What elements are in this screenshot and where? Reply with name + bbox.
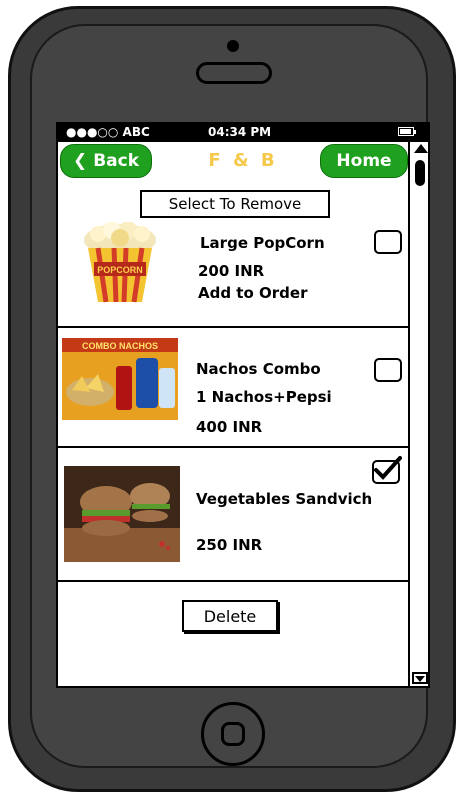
list-item[interactable]: Vegetables Sandvich 250 INR (58, 448, 408, 582)
home-label: Home (336, 151, 392, 171)
checkmark-icon (374, 456, 402, 480)
item-checkbox[interactable] (374, 230, 402, 254)
item-list: Select To Remove POPCORN Large PopCorn 2… (58, 182, 408, 686)
speaker-grille (196, 62, 272, 84)
clock: 04:34 PM (208, 125, 272, 139)
screen: ●●●○○ ABC 04:34 PM ❮ Back F & B Home Sel… (56, 122, 430, 688)
scrollbar[interactable] (408, 142, 428, 686)
svg-text:POPCORN: POPCORN (97, 265, 143, 275)
home-button[interactable]: Home (320, 144, 408, 178)
nachos-combo-image: COMBO NACHOS (62, 338, 178, 420)
camera-icon (227, 40, 239, 52)
home-square-icon (221, 722, 245, 746)
list-item[interactable]: POPCORN Large PopCorn 200 INR Add to Ord… (58, 182, 408, 328)
carrier-label: ●●●○○ ABC (66, 125, 150, 139)
page-title: F & B (208, 150, 278, 171)
back-button[interactable]: ❮ Back (60, 144, 152, 178)
popcorn-image: POPCORN (80, 222, 160, 304)
sandwich-image (64, 466, 180, 562)
nav-bar: ❮ Back F & B Home (58, 142, 428, 182)
scroll-down-icon[interactable] (412, 672, 428, 684)
back-label: Back (93, 151, 140, 171)
battery-tip (414, 130, 416, 134)
delete-button[interactable]: Delete (182, 600, 278, 632)
item-price: 400 INR (196, 418, 263, 436)
add-to-order-link[interactable]: Add to Order (198, 284, 307, 302)
item-name: Nachos Combo (196, 360, 321, 378)
item-checkbox[interactable] (374, 358, 402, 382)
item-price: 200 INR (198, 262, 265, 280)
battery-icon (398, 127, 414, 136)
item-price: 250 INR (196, 536, 263, 554)
item-description: 1 Nachos+Pepsi (196, 388, 332, 406)
item-name: Large PopCorn (200, 234, 325, 252)
delete-label: Delete (203, 606, 257, 626)
chevron-left-icon: ❮ (72, 151, 88, 171)
scroll-up-icon[interactable] (414, 144, 428, 153)
item-name: Vegetables Sandvich (196, 490, 373, 508)
list-item[interactable]: COMBO NACHOS Nachos Combo 1 Nachos+Pepsi… (58, 328, 408, 448)
combo-image-text: COMBO NACHOS (82, 341, 158, 351)
scroll-thumb[interactable] (415, 160, 425, 186)
item-checkbox-checked[interactable] (372, 456, 402, 484)
status-bar: ●●●○○ ABC 04:34 PM (58, 124, 428, 142)
